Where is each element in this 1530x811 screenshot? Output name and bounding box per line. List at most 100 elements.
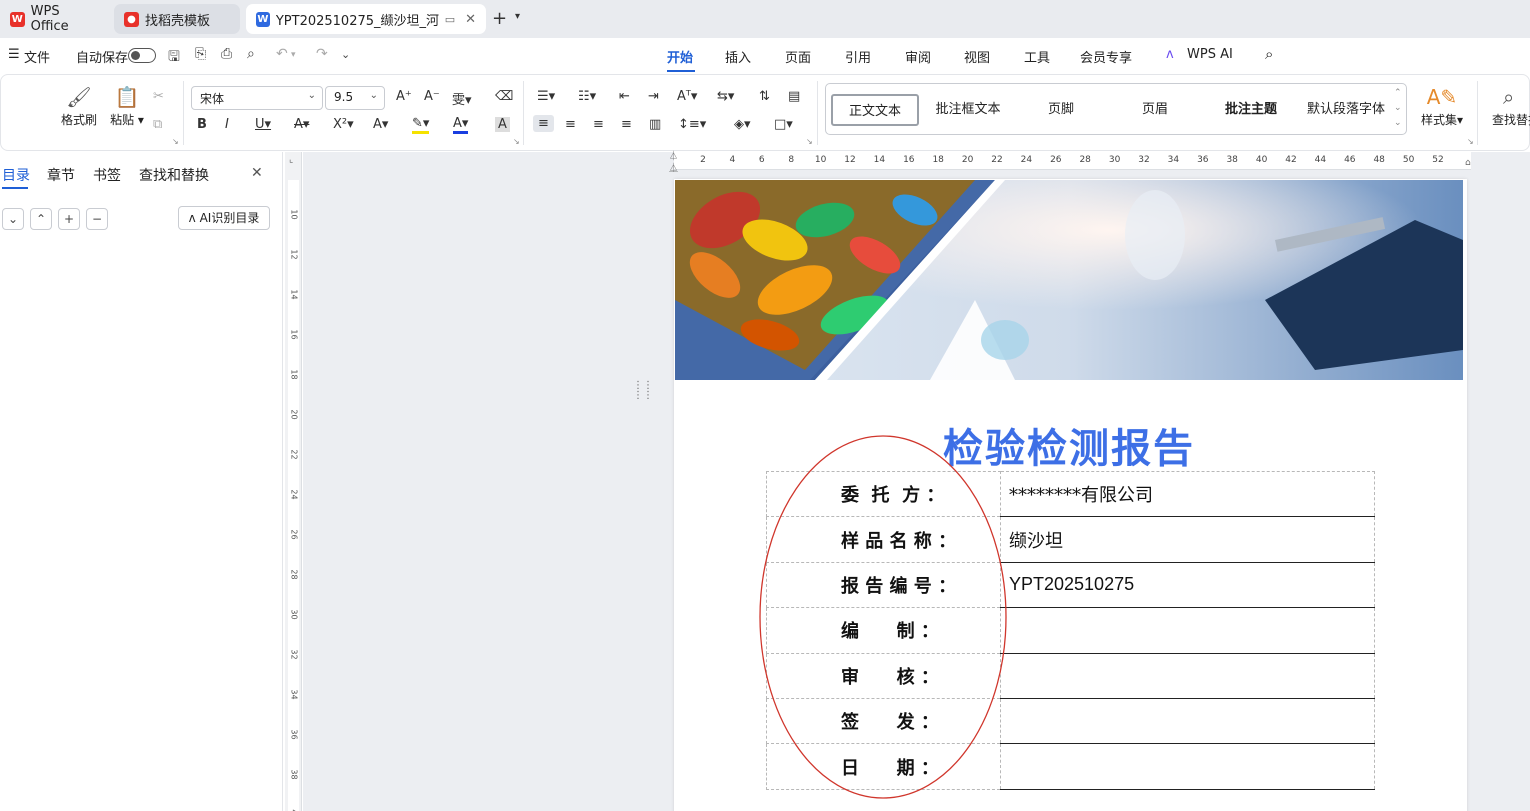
phonetic-icon[interactable]: 雯▾ — [452, 89, 472, 108]
new-tab-icon[interactable]: + — [492, 8, 507, 29]
menu-item-wps-ai[interactable]: WPS AI — [1187, 47, 1233, 62]
search-icon[interactable]: ⌕ — [1265, 45, 1273, 63]
shading-icon[interactable]: ◈▾ — [734, 117, 751, 132]
more-chevron-icon[interactable]: ⌄ — [341, 48, 350, 61]
chevron-down-icon[interactable]: ▾ — [515, 11, 520, 22]
highlight-icon[interactable]: ✎▾ — [412, 117, 430, 134]
ai-recognize-toc-button[interactable]: ᴧ AI识别目录 — [178, 206, 270, 230]
find-replace-button[interactable]: ⌕ 查找替换 — [1489, 83, 1530, 128]
value-date[interactable] — [1000, 743, 1375, 790]
numbered-list-icon[interactable]: ☷▾ — [578, 89, 596, 104]
align-center-icon[interactable]: ≡ — [565, 117, 576, 132]
add-heading-button[interactable]: + — [58, 208, 80, 230]
style-header[interactable]: 页眉 — [1116, 94, 1194, 126]
underline-icon[interactable]: U▾ — [255, 117, 271, 132]
value-reviewed-by[interactable] — [1000, 652, 1375, 699]
font-name-select[interactable]: 宋体 ⌄ — [191, 86, 323, 110]
paste-button[interactable]: 📋 粘贴 ▾ — [105, 83, 149, 128]
font-grow-icon[interactable]: A⁺ — [396, 89, 412, 104]
align-right-icon[interactable]: ≡ — [593, 117, 604, 132]
strikethrough-icon[interactable]: A▾ — [294, 117, 309, 132]
copy-icon[interactable]: ⧉ — [153, 117, 162, 132]
menu-item-tools[interactable]: 工具 — [1024, 47, 1050, 66]
font-size-select[interactable]: 9.5 ⌄ — [325, 86, 385, 110]
value-sample-name[interactable]: 缬沙坦 — [1000, 516, 1375, 563]
menu-item-insert[interactable]: 插入 — [725, 47, 751, 66]
horizontal-ruler[interactable]: 2 4 6 8 10 12 14 16 18 20 22 24 26 28 30 32 34 36 38 40 42 44… — [669, 152, 1471, 174]
style-comment-box-text[interactable]: 批注框文本 — [926, 94, 1010, 126]
border-icon[interactable]: □▾ — [774, 117, 793, 132]
redo-icon[interactable]: ↷ — [316, 46, 328, 62]
menu-item-start[interactable]: 开始 — [667, 47, 693, 66]
print-preview-icon[interactable]: ⌕ — [247, 46, 255, 62]
italic-icon[interactable]: I — [225, 117, 229, 132]
value-compiled-by[interactable] — [1000, 607, 1375, 654]
tab-bookmark[interactable]: 书签 — [93, 165, 121, 185]
menu-item-view[interactable]: 视图 — [964, 47, 990, 66]
autosave-toggle[interactable] — [128, 48, 156, 63]
value-client[interactable]: ********有限公司 — [1000, 470, 1375, 518]
bullet-list-icon[interactable]: ☰▾ — [537, 89, 555, 104]
print-icon[interactable]: ⎙ — [221, 46, 232, 62]
hamburger-icon[interactable]: ☰ — [8, 47, 20, 62]
distributed-icon[interactable]: ▥ — [649, 117, 661, 132]
value-report-number[interactable]: YPT202510275 — [1000, 561, 1375, 609]
expand-gallery-icon[interactable]: ⌄ — [1394, 118, 1402, 128]
text-effect-icon[interactable]: A▾ — [373, 117, 388, 132]
format-painter-button[interactable]: 🖌 格式刷 — [59, 83, 99, 128]
font-shrink-icon[interactable]: A⁻ — [424, 89, 440, 104]
collapse-button[interactable]: ⌄ — [2, 208, 24, 230]
justify-icon[interactable]: ≡ — [621, 117, 632, 132]
expand-corner-icon[interactable]: ↘ — [1467, 137, 1474, 146]
style-footer[interactable]: 页脚 — [1022, 94, 1100, 126]
undo-icon[interactable]: ↶ — [276, 46, 288, 62]
file-menu[interactable]: 文件 — [24, 47, 50, 66]
tab-wps-office[interactable]: W WPS Office — [0, 4, 110, 34]
close-icon[interactable]: ✕ — [251, 165, 263, 181]
indent-marker-icon[interactable]: ⏅ — [669, 161, 678, 174]
save-icon[interactable]: 🖫 — [168, 46, 180, 70]
ruler-corner-icon[interactable]: ⌞ — [289, 155, 293, 165]
line-spacing-icon[interactable]: ↕≡▾ — [678, 117, 706, 132]
tab-daoke[interactable]: ● 找稻壳模板 — [114, 4, 240, 34]
close-icon[interactable]: ✕ — [465, 12, 476, 27]
superscript-icon[interactable]: X²▾ — [333, 117, 354, 132]
menu-item-page[interactable]: 页面 — [785, 47, 811, 66]
text-direction-icon[interactable]: Aᵀ▾ — [677, 89, 697, 104]
value-issued-by[interactable] — [1000, 697, 1375, 745]
char-shading-icon[interactable]: A — [495, 117, 510, 132]
menu-item-review[interactable]: 审阅 — [905, 47, 931, 66]
chevron-up-icon[interactable]: ⌃ — [1394, 88, 1402, 98]
expand-button[interactable]: ⌃ — [30, 208, 52, 230]
expand-corner-icon[interactable]: ↘ — [172, 137, 179, 146]
remove-heading-button[interactable]: − — [86, 208, 108, 230]
decrease-indent-icon[interactable]: ⇤ — [619, 89, 630, 104]
tab-document[interactable]: W YPT202510275_缬沙坦_河北 ▭ ✕ — [246, 4, 486, 34]
chevron-down-icon[interactable]: ▾ — [291, 50, 296, 60]
document-canvas[interactable]: 2 4 6 8 10 12 14 16 18 20 22 24 26 28 30 32 34 36 38 40 42 44… — [303, 152, 1530, 811]
font-color-icon[interactable]: A▾ — [453, 117, 469, 134]
menu-item-reference[interactable]: 引用 — [845, 47, 871, 66]
column-icon[interactable]: ▤ — [788, 89, 800, 104]
style-default-paragraph-font[interactable]: 默认段落字体 — [1302, 94, 1390, 126]
style-body-text[interactable]: 正文文本 — [831, 94, 919, 126]
drag-handle-icon[interactable]: ⋮⋮ ⋮⋮ — [633, 381, 653, 401]
tab-toc[interactable]: 目录 — [2, 165, 30, 185]
chevron-down-icon[interactable]: ⌄ — [1394, 103, 1402, 113]
right-indent-marker-icon[interactable]: ⌂ — [1465, 158, 1471, 168]
monitor-icon[interactable]: ▭ — [445, 13, 455, 26]
tab-chapter[interactable]: 章节 — [47, 165, 75, 185]
tab-find-replace[interactable]: 查找和替换 — [139, 165, 209, 185]
increase-indent-icon[interactable]: ⇥ — [648, 89, 659, 104]
document-page[interactable]: 检验检测报告 委 托 方 ： ********有限公司 样 品 名 称 ： 缬沙… — [674, 179, 1467, 811]
align-left-icon[interactable]: ≡ — [533, 115, 554, 132]
bold-icon[interactable]: B — [197, 117, 207, 132]
expand-corner-icon[interactable]: ↘ — [806, 137, 813, 146]
clear-format-icon[interactable]: ⌫ — [495, 89, 513, 104]
expand-corner-icon[interactable]: ↘ — [513, 137, 520, 146]
line-wrap-icon[interactable]: ⇆▾ — [717, 89, 734, 104]
style-comment-subject[interactable]: 批注主题 — [1210, 94, 1292, 126]
style-set-button[interactable]: A✎ 样式集▾ — [1417, 83, 1467, 128]
menu-item-member[interactable]: 会员专享 — [1080, 47, 1132, 66]
cut-icon[interactable]: ✂ — [153, 89, 164, 104]
